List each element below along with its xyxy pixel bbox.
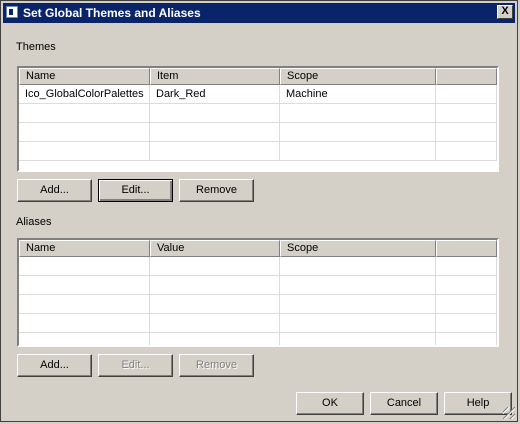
themes-row[interactable] — [19, 142, 497, 161]
aliases-col-name[interactable]: Name — [19, 240, 150, 257]
title-bar: Set Global Themes and Aliases X — [3, 3, 515, 23]
aliases-cell-scope — [280, 295, 436, 314]
aliases-list-header: Name Value Scope — [19, 240, 497, 257]
aliases-cell-scope — [280, 314, 436, 333]
themes-col-item[interactable]: Item — [150, 68, 280, 85]
aliases-cell-value — [150, 295, 280, 314]
aliases-cell-name — [19, 295, 150, 314]
themes-cell-scope — [280, 123, 436, 142]
aliases-cell-value — [150, 276, 280, 295]
aliases-add-button[interactable]: Add... — [17, 354, 92, 377]
themes-cell-item — [150, 104, 280, 123]
help-button[interactable]: Help — [444, 392, 512, 415]
aliases-cell-name — [19, 257, 150, 276]
aliases-cell-extra — [436, 314, 497, 333]
aliases-cell-value — [150, 257, 280, 276]
themes-cell-scope — [280, 142, 436, 161]
themes-add-button[interactable]: Add... — [17, 179, 92, 202]
aliases-cell-value — [150, 314, 280, 333]
themes-col-scope[interactable]: Scope — [280, 68, 436, 85]
themes-cell-name — [19, 142, 150, 161]
aliases-row[interactable] — [19, 257, 497, 276]
aliases-label: Aliases — [16, 216, 52, 228]
window-app-icon — [6, 6, 18, 18]
aliases-cell-scope — [280, 257, 436, 276]
dialog-window: Set Global Themes and Aliases X Themes N… — [0, 0, 518, 422]
themes-row[interactable]: Ico_GlobalColorPalettes Dark_Red Machine — [19, 85, 497, 104]
themes-cell-item — [150, 142, 280, 161]
themes-list[interactable]: Name Item Scope Ico_GlobalColorPalettes … — [17, 66, 499, 172]
themes-cell-extra — [436, 142, 497, 161]
themes-cell-extra — [436, 85, 497, 104]
aliases-col-scope[interactable]: Scope — [280, 240, 436, 257]
aliases-cell-scope — [280, 333, 436, 345]
aliases-list[interactable]: Name Value Scope — [17, 238, 499, 347]
themes-row[interactable] — [19, 104, 497, 123]
themes-cell-item: Dark_Red — [150, 85, 280, 104]
themes-cell-name: Ico_GlobalColorPalettes — [19, 85, 150, 104]
aliases-edit-button[interactable]: Edit... — [98, 354, 173, 377]
aliases-col-extra[interactable] — [436, 240, 497, 257]
themes-cell-scope: Machine — [280, 85, 436, 104]
aliases-cell-extra — [436, 257, 497, 276]
themes-edit-button[interactable]: Edit... — [98, 179, 173, 202]
themes-label: Themes — [16, 41, 56, 53]
themes-cell-name — [19, 104, 150, 123]
themes-cell-item — [150, 123, 280, 142]
aliases-cell-extra — [436, 333, 497, 345]
cancel-button[interactable]: Cancel — [370, 392, 438, 415]
aliases-col-value[interactable]: Value — [150, 240, 280, 257]
themes-cell-scope — [280, 104, 436, 123]
aliases-remove-button[interactable]: Remove — [179, 354, 254, 377]
aliases-cell-extra — [436, 295, 497, 314]
close-button[interactable]: X — [497, 5, 513, 19]
aliases-cell-name — [19, 333, 150, 345]
aliases-cell-scope — [280, 276, 436, 295]
aliases-row[interactable] — [19, 276, 497, 295]
ok-button[interactable]: OK — [296, 392, 364, 415]
themes-col-name[interactable]: Name — [19, 68, 150, 85]
window-title: Set Global Themes and Aliases — [23, 6, 201, 20]
aliases-cell-value — [150, 333, 280, 345]
themes-cell-extra — [436, 104, 497, 123]
aliases-row[interactable] — [19, 333, 497, 345]
aliases-cell-extra — [436, 276, 497, 295]
themes-col-extra[interactable] — [436, 68, 497, 85]
themes-row[interactable] — [19, 123, 497, 142]
themes-cell-name — [19, 123, 150, 142]
themes-remove-button[interactable]: Remove — [179, 179, 254, 202]
aliases-row[interactable] — [19, 295, 497, 314]
resize-grip[interactable] — [503, 407, 515, 419]
themes-list-header: Name Item Scope — [19, 68, 497, 85]
aliases-cell-name — [19, 276, 150, 295]
aliases-cell-name — [19, 314, 150, 333]
aliases-row[interactable] — [19, 314, 497, 333]
themes-cell-extra — [436, 123, 497, 142]
